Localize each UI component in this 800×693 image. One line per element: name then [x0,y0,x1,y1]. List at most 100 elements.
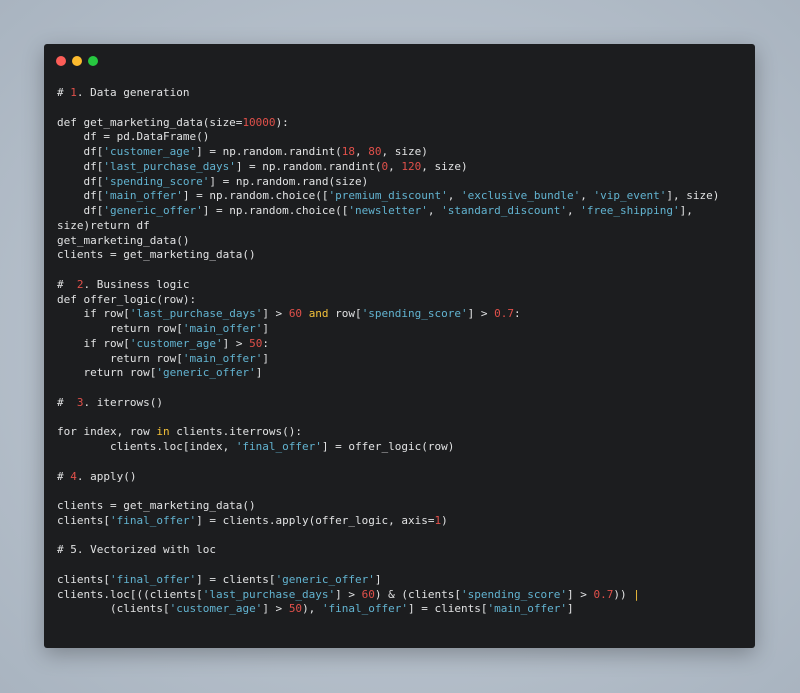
string-token: 'main_offer' [103,189,183,203]
number-token: 2 [76,277,84,291]
code-token: # [57,86,71,99]
string-token: 'customer_age' [169,602,263,616]
code-token: , [580,189,594,203]
code-line: clients = get_marketing_data() [57,248,719,263]
code-token: , [427,204,442,217]
number-token: 18 [341,145,356,158]
code-token: clients = get_marketing_data() [57,248,256,262]
number-token: 80 [368,145,382,158]
code-line: df['main_offer'] = np.random.choice(['pr… [57,189,719,204]
string-token: 'standard_discount' [441,204,567,217]
string-token: 'generic_offer' [103,204,203,217]
code-line: # 3. iterrows() [57,396,719,411]
code-token: ] = clients[ [196,572,276,586]
code-token: ), [302,602,322,616]
code-token: : [514,307,521,321]
string-token: 'last_purchase_days' [129,307,263,321]
code-window: # 1. Data generation def get_marketing_da… [44,44,755,648]
code-token: ] = np.random.randint( [196,145,342,158]
code-token: ] [567,602,574,616]
code-token: ] > [262,602,289,616]
code-token: . apply() [76,469,137,483]
code-token: clients = get_marketing_data() [57,499,256,512]
number-token: 60 [361,587,375,601]
code-token: ) & (clients[ [374,587,461,601]
number-token: 60 [288,307,303,321]
string-token: 'main_offer' [487,602,567,616]
code-token: row[ [328,307,362,321]
string-token: 'customer_age' [103,145,197,158]
code-token: ] = clients[ [408,602,488,616]
code-token: df = pd.DataFrame() [57,130,210,144]
code-token: . iterrows() [83,395,163,409]
code-token: df[ [57,174,104,188]
code-token: ): [275,115,289,129]
code-token: (clients[ [57,602,170,616]
minimize-dot-icon[interactable] [72,56,82,66]
maximize-dot-icon[interactable] [88,56,98,66]
code-line: return row['main_offer'] [57,322,719,337]
number-token: 120 [401,159,422,173]
code-token: # [57,277,77,291]
code-token: ], size) [666,189,720,203]
code-token: for index, row [57,425,157,439]
code-line: if row['last_purchase_days'] > 60 and ro… [57,307,719,322]
string-token: 'customer_age' [129,336,223,350]
string-token: 'final_offer' [321,602,409,616]
code-token: . Data generation [76,86,190,99]
code-token: clients[ [57,572,110,586]
code-line: get_marketing_data() [57,234,719,249]
code-token: ] > [222,336,250,350]
code-line: clients.loc[((clients['last_purchase_day… [57,588,719,603]
keyword-token: in [156,425,170,439]
code-line: df['customer_age'] = np.random.randint(1… [57,145,719,160]
string-token: 'generic_offer' [156,366,256,380]
close-dot-icon[interactable] [56,56,66,66]
string-token: 'vip_event' [593,189,667,203]
string-token: 'generic_offer' [275,572,375,586]
code-block: # 1. Data generation def get_marketing_da… [57,86,719,617]
code-token: , [447,189,462,203]
code-line: df['generic_offer'] = np.random.choice([… [57,204,719,219]
code-token: ] > [262,307,289,321]
string-token: 'free_shipping' [580,204,680,217]
code-token: clients[ [57,513,110,527]
window-titlebar [44,44,755,76]
code-line: clients['final_offer'] = clients.apply(o… [57,514,719,529]
code-token: , [388,159,402,173]
code-token: ], [679,204,693,217]
code-token: ] > [566,587,594,601]
code-token: . Business logic [83,277,190,291]
code-token: , size) [381,145,428,158]
keyword-token: | [633,587,640,601]
code-token: size)return df [57,218,150,232]
code-line: # 1. Data generation [57,86,719,101]
code-token: clients.iterrows(): [169,425,303,439]
code-token: ) [441,513,448,527]
number-token: 50 [288,602,303,616]
string-token: 'main_offer' [182,351,263,365]
code-line: # 5. Vectorized with loc [57,543,719,558]
code-token: def get_marketing_data(size= [57,115,243,129]
string-token: 'final_offer' [109,513,197,527]
string-token: 'exclusive_bundle' [461,189,581,203]
code-token: ] [374,572,382,586]
code-token: ] > [335,587,362,601]
code-token: df[ [57,204,104,217]
string-token: 'spending_score' [361,307,468,321]
code-line: # 2. Business logic [57,278,719,293]
string-token: 'final_offer' [235,440,322,453]
code-token: ] [262,322,269,335]
code-token: ] = np.random.choice([ [182,189,329,203]
string-token: 'last_purchase_days' [202,587,336,601]
code-token: ] = np.random.rand(size) [209,174,369,188]
number-token: 4 [70,469,77,483]
number-token: 10000 [242,115,276,129]
code-token: ] = offer_logic(row) [321,440,455,453]
code-token: if row[ [57,307,130,321]
code-token: # [57,469,71,483]
